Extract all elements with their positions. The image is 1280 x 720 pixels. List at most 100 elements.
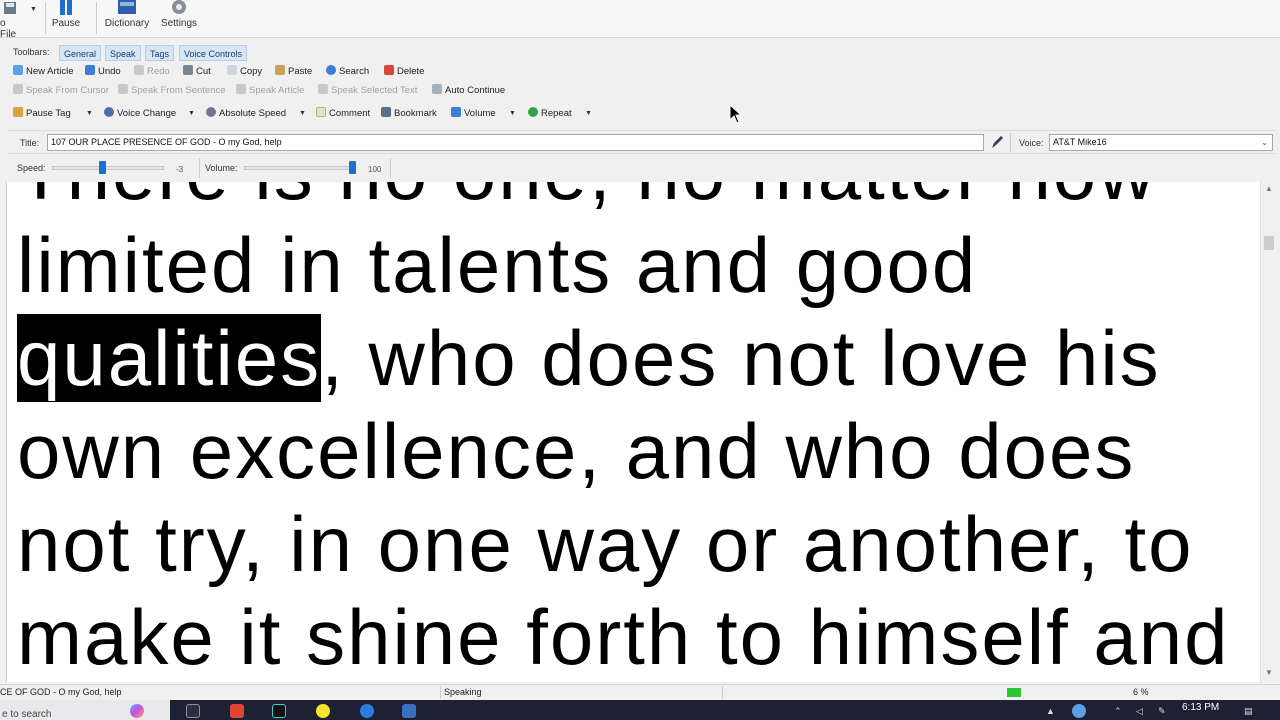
volume-slider-thumb[interactable] <box>349 161 356 174</box>
undo-label: Undo <box>98 66 121 77</box>
comment-button[interactable]: Comment <box>316 106 370 122</box>
speed-slider[interactable] <box>52 166 164 170</box>
ribbon: o File ▼ Pause Dictionary Settings <box>0 0 1280 40</box>
weather-icon[interactable] <box>1072 704 1086 718</box>
volume-tray-icon[interactable]: ◁ <box>1136 706 1143 717</box>
undo-button[interactable]: Undo <box>85 64 121 80</box>
text-line: qualities, who does not love his <box>17 312 1230 405</box>
speak-selected-text-button[interactable]: Speak Selected Text <box>318 83 417 99</box>
speed-value: -3 <box>176 165 184 174</box>
speak-from-cursor-icon <box>13 84 23 94</box>
new-article-label: New Article <box>26 66 74 77</box>
speaker-icon <box>451 107 461 117</box>
settings-label: Settings <box>160 18 198 29</box>
bookmark-label: Bookmark <box>394 108 437 119</box>
file-dropdown-arrow[interactable]: ▼ <box>30 6 37 13</box>
pause-tag-button[interactable]: Pause Tag <box>13 106 71 122</box>
search-icon <box>326 65 336 75</box>
redo-icon <box>134 65 144 75</box>
status-bar: CE OF GOD - O my God, help Speaking 6 % <box>0 684 1280 700</box>
toolbar-toggle-speak[interactable]: Speak <box>105 45 141 61</box>
redo-button[interactable]: Redo <box>134 64 170 80</box>
text-line: There is no one, no matter how <box>17 182 1230 219</box>
snapchat-icon[interactable] <box>316 704 330 718</box>
vertical-scrollbar[interactable]: ▲ ▼ <box>1260 182 1276 682</box>
tiktok-icon[interactable] <box>272 704 286 718</box>
volume-label: Volume <box>464 108 496 119</box>
voice-change-button[interactable]: Voice Change <box>104 106 176 122</box>
auto-continue-icon <box>432 84 442 94</box>
volume-dropdown-arrow[interactable]: ▼ <box>509 110 516 117</box>
article-text-area[interactable]: There is no one, no matter how limited i… <box>6 182 1260 682</box>
absolute-speed-dropdown-arrow[interactable]: ▼ <box>299 110 306 117</box>
copy-button[interactable]: Copy <box>227 64 262 80</box>
file-button[interactable]: o File <box>0 0 24 40</box>
scrollbar-thumb[interactable] <box>1264 236 1274 250</box>
auto-continue-button[interactable]: Auto Continue <box>432 83 505 99</box>
delete-button[interactable]: Delete <box>384 64 424 80</box>
voice-change-dropdown-arrow[interactable]: ▼ <box>188 110 195 117</box>
brave-browser-icon[interactable] <box>230 704 244 718</box>
notifications-icon[interactable]: ▤ <box>1244 706 1253 717</box>
toolbar-toggle-general[interactable]: General <box>59 45 102 61</box>
network-icon[interactable]: ⌃ <box>1114 706 1122 717</box>
dictionary-button[interactable]: Dictionary <box>102 0 152 36</box>
show-hidden-icons-icon[interactable]: ▲ <box>1046 706 1055 716</box>
pen-tray-icon[interactable]: ✎ <box>1158 706 1166 717</box>
tags-toolbar: Pause Tag ▼ Voice Change ▼ Absolute Spee… <box>0 104 1280 124</box>
dictionary-label: Dictionary <box>104 18 150 29</box>
voice-label: Voice: <box>1019 138 1044 148</box>
bookmark-icon <box>381 107 391 117</box>
repeat-dropdown-arrow[interactable]: ▼ <box>585 110 592 117</box>
volume-slider-label: Volume: <box>205 163 238 173</box>
pause-tag-dropdown-arrow[interactable]: ▼ <box>86 110 93 117</box>
status-separator <box>440 686 441 699</box>
title-input[interactable]: 107 OUR PLACE PRESENCE OF GOD - O my God… <box>47 134 984 151</box>
bookmark-button[interactable]: Bookmark <box>381 106 437 122</box>
absolute-speed-button[interactable]: Absolute Speed <box>206 106 286 122</box>
toolbars-label: Toolbars: <box>13 47 50 57</box>
paste-button[interactable]: Paste <box>275 64 312 80</box>
voice-change-label: Voice Change <box>117 108 177 119</box>
speak-article-button[interactable]: Speak Article <box>236 83 304 99</box>
copy-icon <box>227 65 237 75</box>
speak-from-cursor-label: Speak From Cursor <box>26 85 109 96</box>
pause-tag-label: Pause Tag <box>26 108 71 119</box>
search-button[interactable]: Search <box>326 64 369 80</box>
task-view-icon[interactable] <box>186 704 200 718</box>
speed-slider-thumb[interactable] <box>99 161 107 174</box>
repeat-icon <box>528 107 538 117</box>
copy-label: Copy <box>240 66 263 77</box>
text-line: own excellence, and who does <box>17 407 1136 495</box>
voice-select-value: AT&T Mike16 <box>1053 137 1107 147</box>
scroll-down-icon[interactable]: ▼ <box>1265 668 1273 677</box>
browser-icon[interactable] <box>360 704 374 718</box>
new-article-button[interactable]: New Article <box>13 64 74 80</box>
scroll-up-icon[interactable]: ▲ <box>1265 184 1273 193</box>
pen-icon[interactable] <box>990 135 1004 150</box>
pause-button[interactable]: Pause <box>48 0 84 36</box>
speak-from-cursor-button[interactable]: Speak From Cursor <box>13 83 109 99</box>
cut-button[interactable]: Cut <box>183 64 211 80</box>
voice-change-icon <box>104 107 114 117</box>
speak-toolbar: Speak From Cursor Speak From Sentence Sp… <box>0 82 1280 102</box>
repeat-button[interactable]: Repeat <box>528 106 572 122</box>
taskbar-clock[interactable]: 6:13 PM <box>1182 702 1219 713</box>
toolbar-toggle-voice-controls[interactable]: Voice Controls <box>179 45 248 61</box>
pause-label: Pause <box>51 18 81 29</box>
speedometer-icon <box>206 107 216 117</box>
settings-button[interactable]: Settings <box>158 0 200 36</box>
volume-button[interactable]: Volume <box>451 106 496 122</box>
speak-from-sentence-button[interactable]: Speak From Sentence <box>118 83 226 99</box>
gear-icon <box>172 0 186 14</box>
redo-label: Redo <box>147 66 170 77</box>
volume-slider[interactable] <box>244 166 356 170</box>
taskbar-search-placeholder: e to search <box>2 709 52 720</box>
taskbar-search-box[interactable]: e to search <box>0 700 170 720</box>
chevron-down-icon: ⌄ <box>1261 138 1268 147</box>
text-aloud-app-icon[interactable] <box>402 704 416 718</box>
toolbar-toggle-tags[interactable]: Tags <box>145 45 175 61</box>
voice-select[interactable]: AT&T Mike16 ⌄ <box>1049 134 1273 151</box>
speed-volume-row: Speed: -3 Volume: 100 <box>8 156 1275 180</box>
copilot-icon[interactable] <box>130 704 144 718</box>
